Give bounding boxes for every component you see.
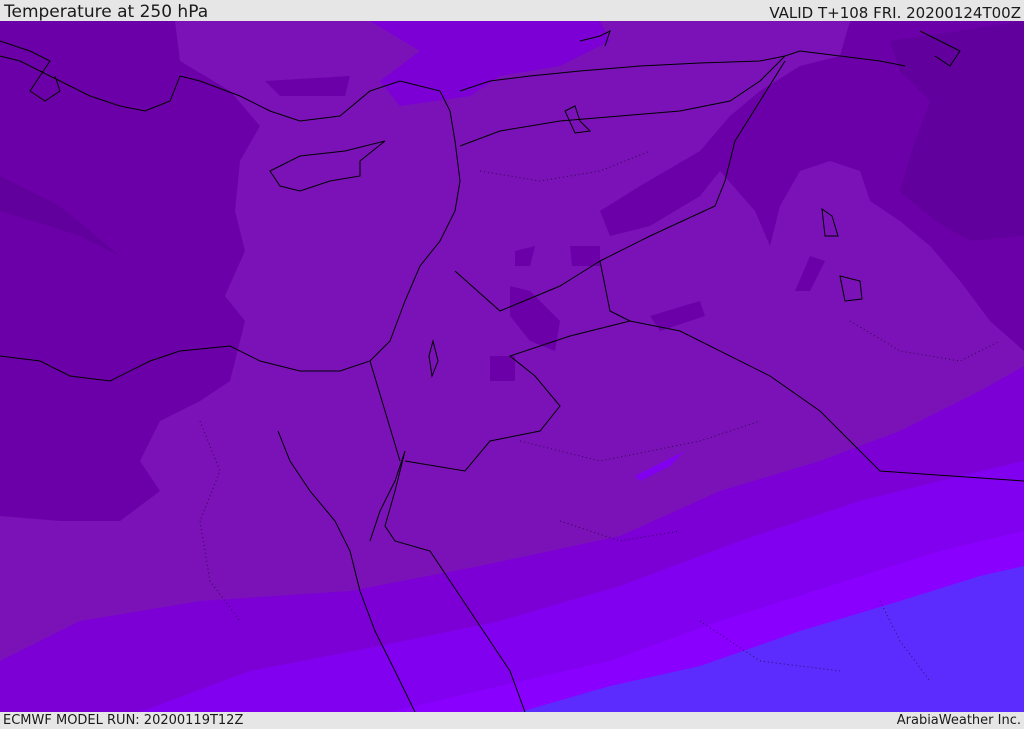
weather-map xyxy=(0,21,1024,712)
map-footer: ECMWF MODEL RUN: 20200119T12Z ArabiaWeat… xyxy=(0,712,1024,729)
map-header: Temperature at 250 hPa VALID T+108 FRI. … xyxy=(0,0,1024,21)
map-canvas xyxy=(0,21,1024,712)
model-run: ECMWF MODEL RUN: 20200119T12Z xyxy=(3,713,244,728)
map-title: Temperature at 250 hPa xyxy=(4,2,209,22)
field-cold-patch-2 xyxy=(570,246,600,266)
field-cold-patch-3 xyxy=(490,356,515,381)
valid-time: VALID T+108 FRI. 20200124T00Z xyxy=(769,4,1021,22)
credit-label: ArabiaWeather Inc. xyxy=(896,713,1021,728)
